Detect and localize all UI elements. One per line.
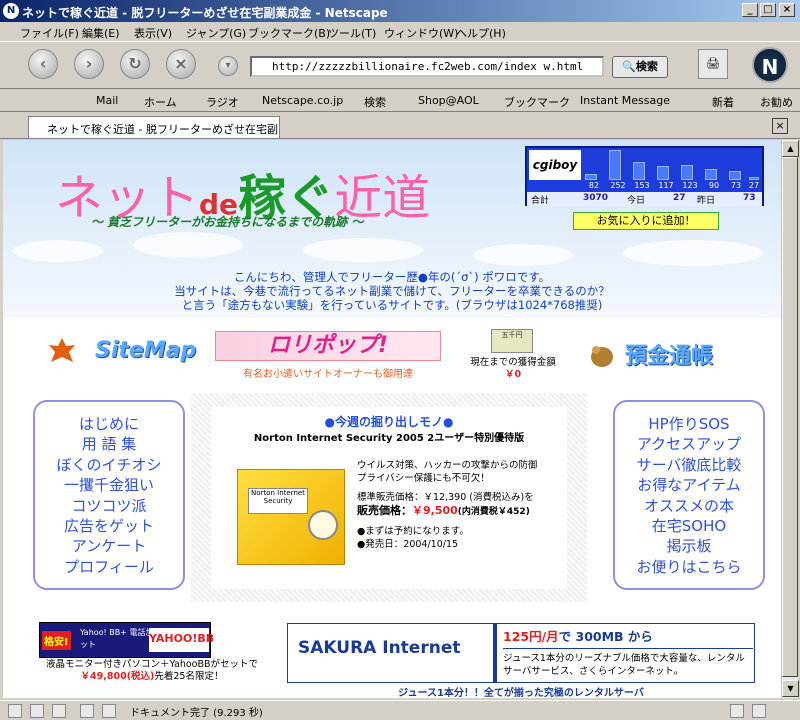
nav-soho[interactable]: 在宅SOHO: [615, 516, 763, 536]
aim-icon[interactable]: [52, 704, 66, 718]
search-button[interactable]: 🔍検索: [612, 56, 668, 78]
forward-button[interactable]: ›: [74, 49, 104, 79]
bookmark-mail[interactable]: Mail: [96, 94, 118, 107]
window-title: ネットで稼ぐ近道 - 脱フリーターめざせ在宅副業成金 - Netscape: [22, 6, 388, 20]
add-favorite-button[interactable]: お気に入りに追加！: [573, 212, 719, 230]
featured-title: ●今週の掘り出しモノ●: [324, 415, 454, 429]
sakura-logo: SAKURA Internet: [298, 638, 461, 658]
scroll-down-button[interactable]: ▼: [782, 680, 799, 697]
nav-profile[interactable]: プロフィール: [35, 557, 183, 577]
netscape-logo[interactable]: N: [752, 47, 788, 83]
lolipop-banner[interactable]: ロリポップ!: [215, 331, 441, 361]
nav-ads[interactable]: 広告をゲット: [35, 516, 183, 536]
bookmark-shop-aol[interactable]: Shop@AOL: [418, 94, 479, 107]
tab-current[interactable]: ネットで稼ぐ近道 - 脱フリーターめざせ在宅副...: [28, 116, 280, 138]
maple-leaf-icon: [47, 336, 77, 366]
nav-jackpot[interactable]: 一攫千金狙い: [35, 475, 183, 495]
bankbook-link[interactable]: 預金通帳: [625, 338, 713, 370]
bookmark-search[interactable]: 検索: [364, 94, 386, 110]
history-dropdown-button[interactable]: ▾: [218, 56, 238, 76]
online-status-icon: [752, 704, 766, 718]
address-book-icon[interactable]: [102, 704, 116, 718]
menu-go[interactable]: ジャンプ(G): [186, 25, 246, 41]
maximize-button[interactable]: □: [760, 3, 776, 17]
nav-access-up[interactable]: アクセスアップ: [615, 434, 763, 454]
composer-icon[interactable]: [80, 704, 94, 718]
window-titlebar[interactable]: N ネットで稼ぐ近道 - 脱フリーターめざせ在宅副業成金 - Netscape …: [0, 0, 800, 22]
featured-product: ●今週の掘り出しモノ● Norton Internet Security 200…: [191, 393, 587, 602]
sitemap-link[interactable]: SiteMap: [95, 338, 196, 363]
coin-bag-icon: [587, 340, 617, 370]
bookmark-instant-message[interactable]: Instant Message: [580, 94, 670, 107]
menu-tools[interactable]: ツール(T): [328, 25, 376, 41]
navigation-toolbar: ‹ › ↻ × ▾ http://zzzzzbillionaire.fc2web…: [0, 43, 800, 89]
minimize-button[interactable]: _: [742, 3, 758, 17]
nav-server-compare[interactable]: サーバ徹底比較: [615, 455, 763, 475]
search-icon: 🔍: [622, 60, 636, 73]
nav-steady[interactable]: コツコツ派: [35, 496, 183, 516]
reload-button[interactable]: ↻: [120, 49, 150, 79]
menu-view[interactable]: 表示(V): [134, 25, 172, 41]
nav-bbs[interactable]: 掲示板: [615, 536, 763, 556]
cgiboy-logo: cgiboy: [529, 150, 581, 180]
bookmark-netscape[interactable]: Netscape.co.jp: [262, 94, 343, 107]
menu-bar: ファイル(F) 編集(E) 表示(V) ジャンプ(G) ブックマーク(B) ツー…: [0, 22, 800, 42]
yahoo-bb-logo[interactable]: YAHOO!BB: [149, 628, 214, 652]
bookmark-new[interactable]: 新着: [712, 94, 734, 110]
nav-items[interactable]: お得なアイテム: [615, 475, 763, 495]
search-button-label: 検索: [635, 60, 658, 73]
nav-hp-sos[interactable]: HP作りSOS: [615, 414, 763, 434]
nav-hajimeni[interactable]: はじめに: [35, 414, 183, 434]
vertical-scrollbar[interactable]: ▲ ▼: [781, 140, 799, 698]
banknote-image: 五千円: [491, 329, 533, 353]
stop-button[interactable]: ×: [166, 49, 196, 79]
tab-bar: ネットで稼ぐ近道 - 脱フリーターめざせ在宅副... ×: [0, 113, 800, 139]
menu-bookmarks[interactable]: ブックマーク(B): [248, 25, 330, 41]
yahoo-bb-caption: 液晶モニター付きパソコン＋YahooBBがセットで ￥49,800(税込)先着25…: [46, 659, 258, 682]
personal-toolbar: Mail ホーム ラジオ Netscape.co.jp 検索 Shop@AOL …: [0, 90, 800, 112]
nav-survey[interactable]: アンケート: [35, 536, 183, 556]
security-lock-icon: [730, 704, 744, 718]
menu-edit[interactable]: 編集(E): [82, 25, 120, 41]
product-box-image[interactable]: Norton Internet Security: [237, 469, 345, 565]
product-name[interactable]: Norton Internet Security 2005 2ユーザー特別優待版: [211, 429, 567, 444]
bookmark-radio[interactable]: ラジオ: [206, 94, 239, 110]
mail-icon[interactable]: [8, 704, 22, 718]
browser-icon[interactable]: [30, 704, 44, 718]
close-tab-button[interactable]: ×: [772, 118, 788, 134]
url-field[interactable]: http://zzzzzbillionaire.fc2web.com/index…: [250, 56, 604, 77]
site-tagline: ～ 貧乏フリーターがお金持ちになるまでの軌跡 ～: [91, 215, 364, 229]
scroll-up-button[interactable]: ▲: [782, 140, 799, 157]
right-navigation: HP作りSOS アクセスアップ サーバ徹底比較 お得なアイテム オススメの本 在…: [613, 400, 765, 590]
page-content: ネットde稼ぐ近道 ～ 貧乏フリーターがお金持ちになるまでの軌跡 ～ cgibo…: [3, 140, 781, 698]
left-navigation: はじめに 用 語 集 ぼくのイチオシ 一攫千金狙い コツコツ派 広告をゲット ア…: [33, 400, 185, 590]
lolipop-caption: 有名お小遣いサイトオーナーも御用達: [243, 369, 413, 380]
back-button[interactable]: ‹: [28, 49, 58, 79]
nav-contact[interactable]: お便りはこちら: [615, 557, 763, 577]
bookmark-home[interactable]: ホーム: [144, 94, 177, 110]
menu-help[interactable]: ヘルプ(H): [456, 25, 506, 41]
product-description: ウイルス対策、ハッカーの攻撃からの防御 プライバシー保護にも不可欠！ 標準販売価…: [357, 460, 538, 550]
sakura-internet-banner[interactable]: SAKURA Internet 125円/月で 300MB から ジュース1本分…: [287, 623, 755, 683]
menu-window[interactable]: ウィンドウ(W): [384, 25, 458, 41]
netscape-icon: N: [3, 3, 19, 19]
sakura-caption[interactable]: ジュース1本分！！全てが揃った究極のレンタルサーバ: [287, 684, 755, 698]
bookmark-recommended[interactable]: お勧め: [760, 94, 793, 110]
print-button[interactable]: 🖨: [698, 49, 728, 79]
nav-glossary[interactable]: 用 語 集: [35, 434, 183, 454]
intro-text: こんにちわ、管理人でフリーター歴●年の(´σ`) ポワロです。 当サイトは、今巷…: [174, 270, 610, 312]
page-header: ネットde稼ぐ近道 ～ 貧乏フリーターがお金持ちになるまでの軌跡 ～ cgibo…: [3, 140, 781, 318]
access-counter[interactable]: cgiboy 82 252 153 117 123 90 73 27 合計 30…: [525, 146, 764, 206]
nav-books[interactable]: オススメの本: [615, 496, 763, 516]
nav-recommended[interactable]: ぼくのイチオシ: [35, 455, 183, 475]
earnings-caption: 現在までの獲得金額 ￥0: [470, 357, 556, 380]
menu-file[interactable]: ファイル(F): [20, 25, 79, 41]
close-button[interactable]: ×: [779, 3, 795, 17]
bookmark-bookmarks[interactable]: ブックマーク: [504, 94, 570, 110]
status-bar: ドキュメント完了 (9.293 秒): [0, 700, 800, 720]
status-text: ドキュメント完了 (9.293 秒): [130, 708, 263, 719]
scroll-thumb[interactable]: [782, 157, 798, 677]
